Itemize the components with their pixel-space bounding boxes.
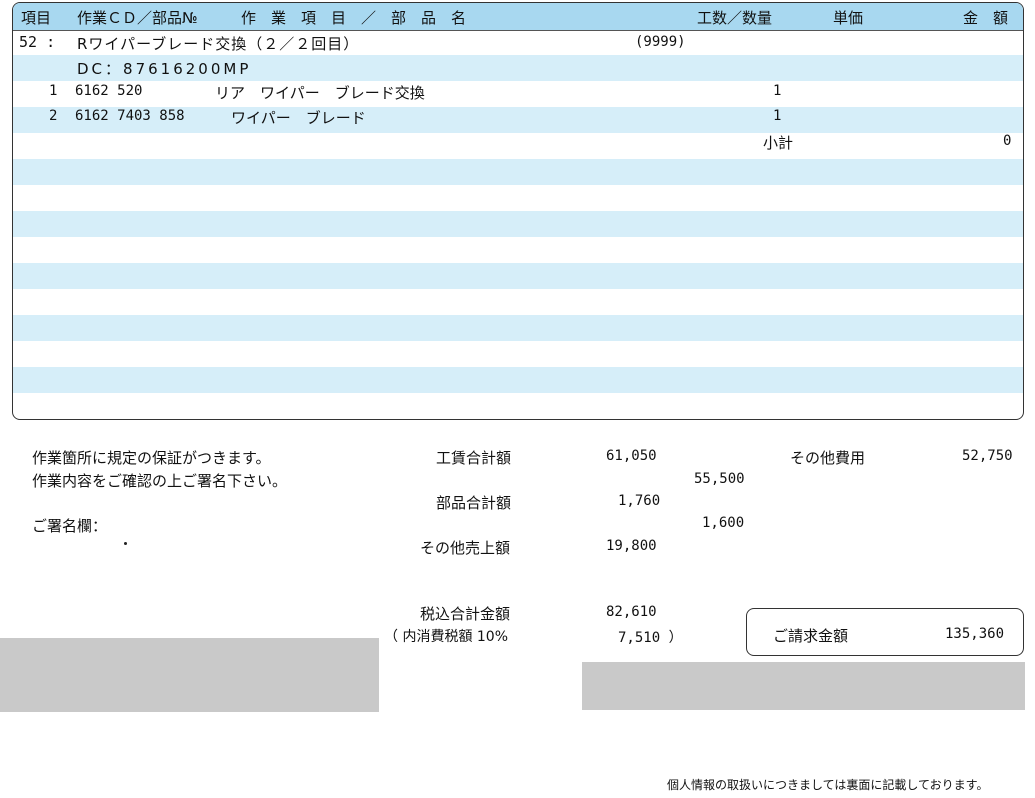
line-1-name: リア ワイパー ブレード交換 <box>215 84 425 102</box>
work-items-table: 項目 作業ＣＤ／部品№ 作 業 項 目 ／ 部 品 名 工数／数量 単価 金 額… <box>12 2 1024 420</box>
invoice-amount-box: ご請求金額 135,360 <box>746 608 1024 656</box>
tax-inner-value: 7,510 ） <box>618 630 683 646</box>
tax-total-value: 82,610 <box>606 604 657 620</box>
parts-total-value: 1,760 <box>618 493 661 509</box>
parts-total-label: 部品合計額 <box>436 494 512 512</box>
header-amount: 金 額 <box>963 9 1009 27</box>
line-1-no: 1 <box>49 83 58 99</box>
signature-label: ご署名欄： <box>32 517 108 535</box>
subtotal-value: 0 <box>1003 133 1012 149</box>
parts-subtotal-value: 1,600 <box>702 515 745 531</box>
header-name: 作 業 項 目 ／ 部 品 名 <box>241 9 467 27</box>
header-unit-price: 単価 <box>833 9 864 27</box>
header-item: 項目 <box>21 9 52 27</box>
redaction-block <box>0 638 379 712</box>
row-stripe <box>13 315 1023 341</box>
line-2-no: 2 <box>49 108 58 124</box>
row-stripe <box>13 211 1023 237</box>
other-sales-label: その他売上額 <box>420 539 511 557</box>
other-fees-label: その他費用 <box>790 449 866 467</box>
signature-mark <box>124 542 127 545</box>
tax-inner-label: （ 内消費税額 10% <box>384 629 509 645</box>
row-stripe <box>13 159 1023 185</box>
row-stripe <box>13 367 1023 393</box>
header-code: 作業ＣＤ／部品№ <box>77 9 198 27</box>
redaction-block <box>582 662 1025 710</box>
row-stripe <box>13 263 1023 289</box>
labor-subtotal-value: 55,500 <box>694 471 745 487</box>
line-2-name: ワイパー ブレード <box>231 109 366 127</box>
invoice-label: ご請求金額 <box>773 627 849 645</box>
labor-total-label: 工賃合計額 <box>436 449 512 467</box>
job-ref: (9999) <box>635 34 686 50</box>
labor-total-value: 61,050 <box>606 448 657 464</box>
other-fees-value: 52,750 <box>962 448 1013 464</box>
job-number: 52 : <box>19 33 56 51</box>
table-header: 項目 作業ＣＤ／部品№ 作 業 項 目 ／ 部 品 名 工数／数量 単価 金 額 <box>13 3 1023 31</box>
tax-total-label: 税込合計金額 <box>420 605 511 623</box>
privacy-note: 個人情報の取扱いにつきましては裏面に記載しております。 <box>667 778 989 792</box>
job-title: Rワイパーブレード交換（２／２回目） <box>77 35 360 53</box>
header-qty: 工数／数量 <box>697 9 773 27</box>
line-1-code: 6162 520 <box>75 83 143 99</box>
line-2-qty: 1 <box>773 108 782 124</box>
line-2-code: 6162 7403 858 <box>75 108 185 124</box>
warranty-note: 作業箇所に規定の保証がつきます。 <box>32 449 271 467</box>
line-1-qty: 1 <box>773 83 782 99</box>
invoice-value: 135,360 <box>945 626 1005 642</box>
confirm-note: 作業内容をご確認の上ご署名下さい。 <box>32 472 288 490</box>
subtotal-label: 小計 <box>763 134 794 152</box>
job-dc-code: DC：87616200MP <box>77 60 252 78</box>
other-sales-value: 19,800 <box>606 538 657 554</box>
